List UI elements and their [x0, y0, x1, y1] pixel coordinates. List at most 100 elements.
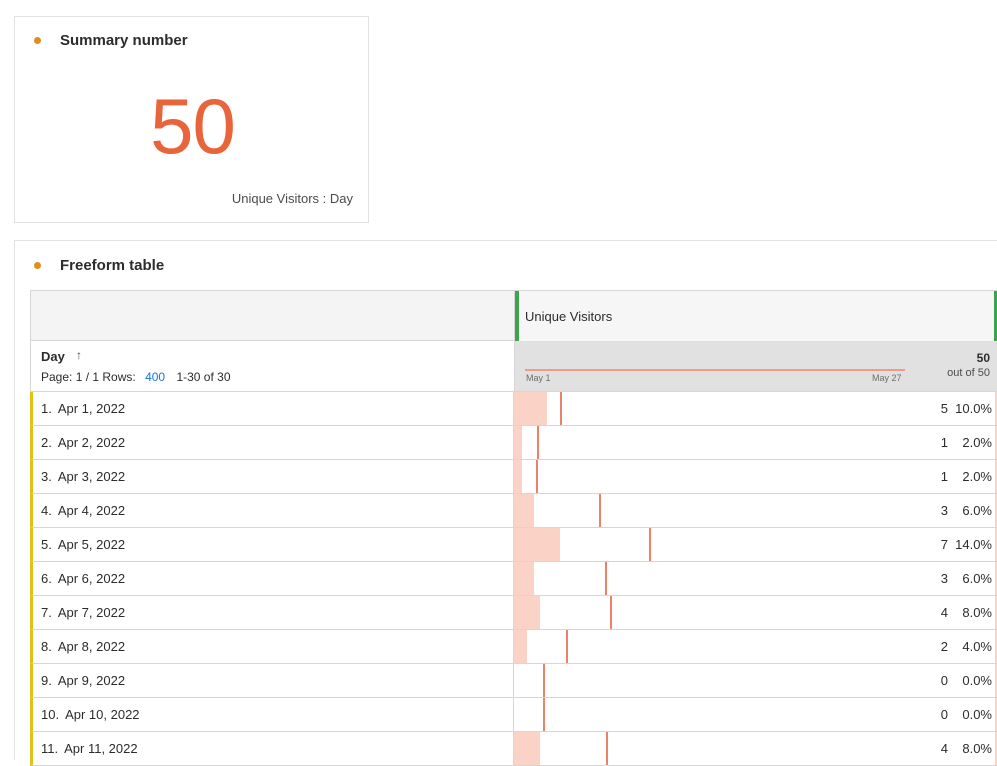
value-bar	[514, 426, 522, 459]
value-bar	[514, 392, 547, 425]
table-row[interactable]: 10. Apr 10, 2022 0 0.0%	[30, 698, 997, 732]
row-label[interactable]: 1. Apr 1, 2022	[41, 401, 125, 416]
metric-cell[interactable]: 1 2.0%	[513, 460, 997, 493]
cell-value: 3	[940, 571, 948, 586]
row-number: 2.	[41, 435, 52, 450]
value-marker	[605, 562, 607, 595]
cell-value: 4	[940, 741, 948, 756]
column-drag-handle[interactable]	[515, 291, 519, 342]
value-marker	[537, 426, 539, 459]
summary-number-panel: Summary number 50 Unique Visitors : Day	[14, 16, 369, 223]
rows-label: Rows:	[102, 370, 136, 384]
panel-status-dot	[34, 262, 41, 269]
row-number: 5.	[41, 537, 52, 552]
summary-panel-title[interactable]: Summary number	[60, 32, 188, 49]
cell-value: 4	[940, 605, 948, 620]
value-marker	[543, 664, 545, 697]
row-day: Apr 9, 2022	[57, 673, 126, 688]
value-marker	[610, 596, 612, 629]
page-indicator: Page: 1 / 1	[41, 370, 100, 384]
table-header-row: Unique Visitors	[30, 290, 997, 342]
table-row[interactable]: 8. Apr 8, 2022 2 4.0%	[30, 630, 997, 664]
summary-subtitle: Unique Visitors : Day	[231, 191, 353, 206]
row-number: 7.	[41, 605, 52, 620]
row-number: 6.	[41, 571, 52, 586]
cell-percent: 8.0%	[962, 605, 992, 620]
value-marker	[566, 630, 568, 663]
pagination: Page: 1 / 1 Rows: 400 1-30 of 30	[41, 370, 231, 384]
table-row[interactable]: 11. Apr 11, 2022 4 8.0%	[30, 732, 997, 766]
metric-cell[interactable]: 0 0.0%	[513, 664, 997, 697]
row-day: Apr 3, 2022	[57, 469, 126, 484]
row-label[interactable]: 6. Apr 6, 2022	[41, 571, 125, 586]
column-total-subtitle: out of 50	[947, 367, 990, 379]
value-marker	[599, 494, 601, 527]
arrow-up-icon[interactable]: ↑	[76, 348, 82, 362]
value-bar	[514, 460, 522, 493]
cell-percent: 6.0%	[962, 571, 992, 586]
row-day: Apr 8, 2022	[57, 639, 126, 654]
metric-cell[interactable]: 4 8.0%	[513, 732, 997, 765]
table-row[interactable]: 5. Apr 5, 2022 7 14.0%	[30, 528, 997, 562]
value-bar	[514, 732, 541, 765]
table-row[interactable]: 4. Apr 4, 2022 3 6.0%	[30, 494, 997, 528]
sparkline-start-label: May 1	[526, 373, 551, 383]
metric-column-header[interactable]: Unique Visitors	[514, 291, 997, 342]
summary-value: 50	[150, 82, 236, 170]
value-marker	[649, 528, 651, 561]
table-row[interactable]: 2. Apr 2, 2022 1 2.0%	[30, 426, 997, 460]
table-row[interactable]: 9. Apr 9, 2022 0 0.0%	[30, 664, 997, 698]
cell-value: 1	[940, 435, 948, 450]
metric-cell[interactable]: 4 8.0%	[513, 596, 997, 629]
table-row[interactable]: 3. Apr 3, 2022 1 2.0%	[30, 460, 997, 494]
cell-percent: 2.0%	[962, 435, 992, 450]
row-label[interactable]: 2. Apr 2, 2022	[41, 435, 125, 450]
cell-percent: 6.0%	[962, 503, 992, 518]
row-range: 1-30 of 30	[176, 370, 231, 384]
dimension-header-row: Day ↑ Page: 1 / 1 Rows: 400 1-30 of 30 M…	[30, 341, 997, 392]
metric-cell[interactable]: 0 0.0%	[513, 698, 997, 731]
metric-column-label[interactable]: Unique Visitors	[525, 309, 612, 324]
metric-cell[interactable]: 7 14.0%	[513, 528, 997, 561]
row-label[interactable]: 5. Apr 5, 2022	[41, 537, 125, 552]
column-total: 50	[976, 351, 990, 365]
metric-cell[interactable]: 2 4.0%	[513, 630, 997, 663]
row-label[interactable]: 4. Apr 4, 2022	[41, 503, 125, 518]
row-label[interactable]: 7. Apr 7, 2022	[41, 605, 125, 620]
row-label[interactable]: 3. Apr 3, 2022	[41, 469, 125, 484]
row-day: Apr 6, 2022	[57, 571, 126, 586]
table-row[interactable]: 7. Apr 7, 2022 4 8.0%	[30, 596, 997, 630]
value-bar	[514, 596, 541, 629]
cell-value: 0	[940, 707, 948, 722]
value-marker	[560, 392, 562, 425]
table-row[interactable]: 1. Apr 1, 2022 5 10.0%	[30, 392, 997, 426]
row-number: 11.	[41, 741, 59, 756]
cell-percent: 2.0%	[962, 469, 992, 484]
row-day: Apr 10, 2022	[65, 707, 140, 722]
value-marker	[536, 460, 538, 493]
metric-cell[interactable]: 3 6.0%	[513, 494, 997, 527]
row-label[interactable]: 11. Apr 11, 2022	[41, 741, 138, 756]
row-number: 9.	[41, 673, 52, 688]
metric-cell[interactable]: 1 2.0%	[513, 426, 997, 459]
column-summary: May 1 May 27 50 out of 50	[514, 341, 997, 391]
row-label[interactable]: 9. Apr 9, 2022	[41, 673, 125, 688]
row-day: Apr 4, 2022	[57, 503, 126, 518]
row-label[interactable]: 8. Apr 8, 2022	[41, 639, 125, 654]
row-label[interactable]: 10. Apr 10, 2022	[41, 707, 140, 722]
value-bar	[514, 494, 534, 527]
metric-cell[interactable]: 5 10.0%	[513, 392, 997, 425]
row-number: 4.	[41, 503, 52, 518]
cell-percent: 0.0%	[962, 707, 992, 722]
table-panel-title[interactable]: Freeform table	[60, 257, 164, 274]
row-day: Apr 2, 2022	[57, 435, 126, 450]
dimension-name[interactable]: Day	[41, 349, 65, 364]
rows-per-page-link[interactable]: 400	[145, 370, 165, 384]
row-number: 10.	[41, 707, 60, 722]
cell-value: 0	[940, 673, 948, 688]
metric-cell[interactable]: 3 6.0%	[513, 562, 997, 595]
row-day: Apr 7, 2022	[57, 605, 126, 620]
row-number: 3.	[41, 469, 52, 484]
table-row[interactable]: 6. Apr 6, 2022 3 6.0%	[30, 562, 997, 596]
cell-value: 7	[940, 537, 948, 552]
